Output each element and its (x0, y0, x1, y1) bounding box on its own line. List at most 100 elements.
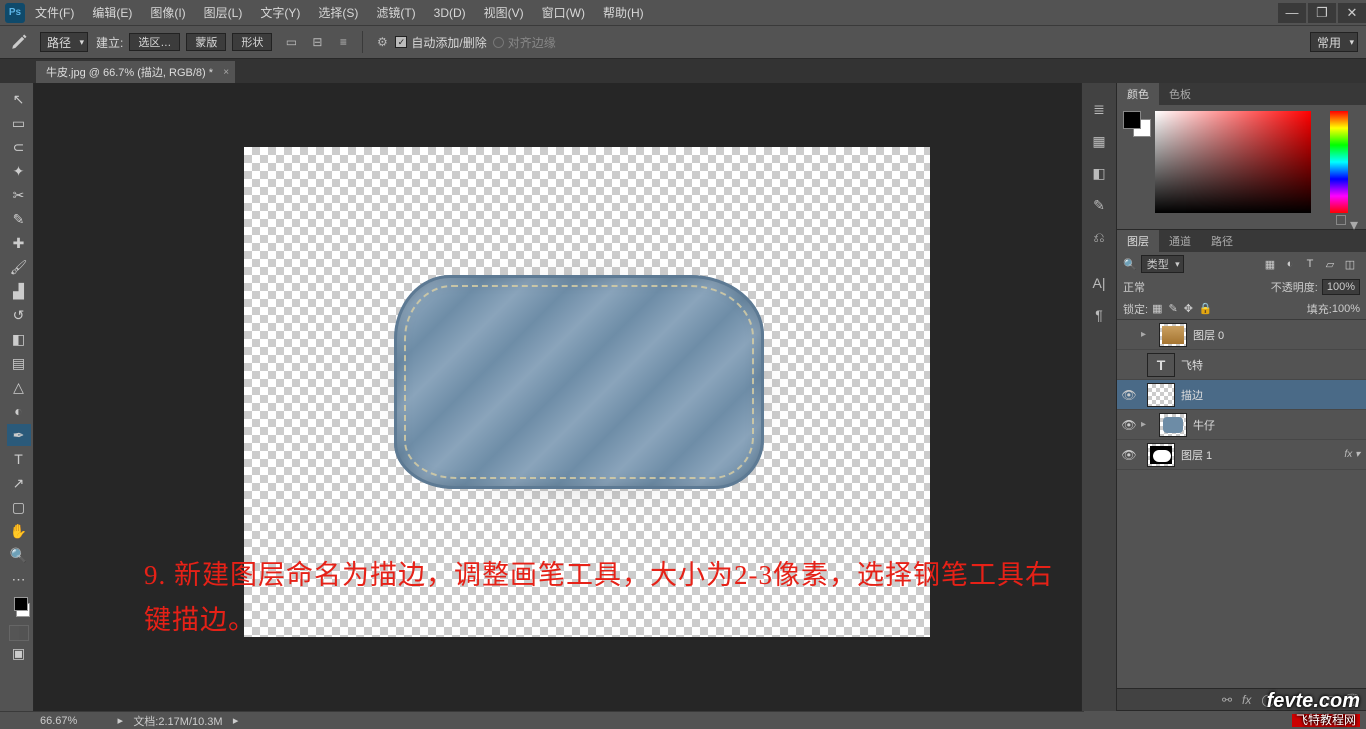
lasso-tool-icon[interactable]: ⊂ (7, 136, 31, 158)
pen-tool-icon[interactable] (4, 30, 34, 54)
gear-icon[interactable]: ⚙ (371, 31, 393, 53)
color-bw-icon[interactable] (1336, 215, 1346, 225)
gradient-tool-icon[interactable]: ▤ (7, 352, 31, 374)
color-field[interactable] (1155, 111, 1311, 213)
heal-tool-icon[interactable]: ✚ (7, 232, 31, 254)
stamp-tool-icon[interactable]: ▟ (7, 280, 31, 302)
menu-filter[interactable]: 滤镜(T) (376, 4, 415, 21)
tab-swatches[interactable]: 色板 (1159, 83, 1201, 105)
link-icon[interactable]: ▸ (1141, 329, 1153, 340)
mode-dropdown[interactable]: 路径 (40, 32, 88, 52)
close-button[interactable]: ✕ (1338, 3, 1366, 23)
tab-layers[interactable]: 图层 (1117, 230, 1159, 252)
menu-image[interactable]: 图像(I) (150, 4, 185, 21)
menu-window[interactable]: 窗口(W) (542, 4, 585, 21)
paragraph-icon[interactable]: ¶ (1087, 303, 1111, 327)
brush-tool-icon[interactable]: 🖌 (7, 256, 31, 278)
shape-button[interactable]: 形状 (232, 33, 272, 51)
menu-select[interactable]: 选择(S) (318, 4, 358, 21)
visibility-icon[interactable]: 👁 (1117, 388, 1141, 402)
filter-type-icon[interactable]: T (1302, 258, 1318, 270)
filter-pixel-icon[interactable]: ▦ (1262, 258, 1278, 271)
zoom-tool-icon[interactable]: 🔍 (7, 544, 31, 566)
layer-thumb[interactable] (1147, 383, 1175, 407)
screenmode-icon[interactable]: ▣ (7, 642, 31, 664)
restore-button[interactable]: ❐ (1308, 3, 1336, 23)
document-tab[interactable]: 牛皮.jpg @ 66.7% (描边, RGB/8) * × (36, 61, 235, 83)
fill-value[interactable]: 100% (1332, 303, 1360, 315)
auto-checkbox[interactable]: ✓ (395, 36, 407, 48)
menu-view[interactable]: 视图(V) (484, 4, 524, 21)
ellipsis-icon[interactable]: ⋯ (7, 568, 31, 590)
layer-row[interactable]: 👁 ▸ 牛仔 (1117, 410, 1366, 440)
align-radio[interactable] (493, 37, 504, 48)
menu-layer[interactable]: 图层(L) (204, 4, 243, 21)
actions-icon[interactable]: ▦ (1087, 129, 1111, 153)
layer-thumb[interactable] (1147, 353, 1175, 377)
hand-tool-icon[interactable]: ✋ (7, 520, 31, 542)
menu-type[interactable]: 文字(Y) (260, 4, 300, 21)
lock-paint-icon[interactable]: ✎ (1168, 302, 1177, 315)
workspace-dropdown[interactable]: 常用 (1310, 32, 1358, 52)
properties-icon[interactable]: ◧ (1087, 161, 1111, 185)
layer-row[interactable]: 👁 描边 (1117, 380, 1366, 410)
menu-help[interactable]: 帮助(H) (603, 4, 644, 21)
menu-edit[interactable]: 编辑(E) (92, 4, 132, 21)
fx-badge[interactable]: fx ▾ (1344, 449, 1360, 460)
foreground-swatch[interactable] (14, 597, 28, 611)
close-tab-icon[interactable]: × (223, 67, 229, 78)
path-align-icon[interactable]: ≡ (332, 31, 354, 53)
dodge-tool-icon[interactable]: ◐ (7, 400, 31, 422)
path-sel-tool-icon[interactable]: ↗ (7, 472, 31, 494)
blend-dropdown[interactable]: 正常 (1123, 279, 1217, 295)
fx-icon[interactable]: fx (1242, 693, 1251, 707)
lock-all-icon[interactable]: 🔒 (1199, 302, 1213, 315)
character-icon[interactable]: A| (1087, 271, 1111, 295)
canvas-area[interactable]: 9. 新建图层命名为描边，调整画笔工具，大小为2-3像素，选择钢笔工具右键描边。 (34, 83, 1081, 711)
fg-swatch[interactable] (1123, 111, 1141, 129)
color-swatches[interactable] (1123, 111, 1151, 137)
filter-smart-icon[interactable]: ◫ (1342, 258, 1358, 271)
blur-tool-icon[interactable]: △ (7, 376, 31, 398)
layer-row[interactable]: 👁 图层 1 fx ▾ (1117, 440, 1366, 470)
path-op2-icon[interactable]: ⊟ (306, 31, 328, 53)
tab-color[interactable]: 颜色 (1117, 83, 1159, 105)
link-icon[interactable]: ▸ (1141, 419, 1153, 430)
path-op1-icon[interactable]: ▭ (280, 31, 302, 53)
layer-thumb[interactable] (1147, 443, 1175, 467)
layer-thumb[interactable] (1159, 323, 1187, 347)
brush-panel-icon[interactable]: ✎ (1087, 193, 1111, 217)
move-tool-icon[interactable]: ↖ (7, 88, 31, 110)
type-tool-icon[interactable]: T (7, 448, 31, 470)
wand-tool-icon[interactable]: ✦ (7, 160, 31, 182)
eraser-tool-icon[interactable]: ◧ (7, 328, 31, 350)
zoom-value[interactable]: 66.67% (40, 715, 77, 727)
visibility-icon[interactable]: 👁 (1117, 418, 1141, 432)
mask-button[interactable]: 蒙版 (186, 33, 226, 51)
selection-button[interactable]: 选区… (129, 33, 180, 51)
marquee-tool-icon[interactable]: ▭ (7, 112, 31, 134)
layer-row[interactable]: ▸ 图层 0 (1117, 320, 1366, 350)
menu-file[interactable]: 文件(F) (35, 4, 74, 21)
color-menu-icon[interactable]: ▾ (1350, 215, 1360, 225)
layer-thumb[interactable] (1159, 413, 1187, 437)
tab-paths[interactable]: 路径 (1201, 230, 1243, 252)
menu-3d[interactable]: 3D(D) (434, 6, 466, 20)
layer-row[interactable]: 飞特 (1117, 350, 1366, 380)
history-brush-icon[interactable]: ↺ (7, 304, 31, 326)
tab-channels[interactable]: 通道 (1159, 230, 1201, 252)
filter-shape-icon[interactable]: ▱ (1322, 258, 1338, 271)
lock-trans-icon[interactable]: ▦ (1152, 302, 1162, 315)
quickmask-toggle[interactable] (9, 625, 29, 641)
eyedrop-tool-icon[interactable]: ✎ (7, 208, 31, 230)
status-arrow2-icon[interactable]: ▸ (231, 714, 241, 727)
visibility-icon[interactable]: 👁 (1117, 448, 1141, 462)
link-layers-icon[interactable]: ⚯ (1222, 693, 1232, 707)
filter-dropdown[interactable]: 类型 (1141, 255, 1184, 273)
crop-tool-icon[interactable]: ✂ (7, 184, 31, 206)
pen-tool-icon-tb[interactable]: ✒ (7, 424, 31, 446)
status-arrow-icon[interactable]: ▸ (115, 714, 125, 727)
opacity-value[interactable]: 100% (1322, 279, 1360, 295)
filter-adj-icon[interactable]: ◐ (1282, 258, 1298, 270)
hue-strip[interactable] (1330, 111, 1348, 213)
